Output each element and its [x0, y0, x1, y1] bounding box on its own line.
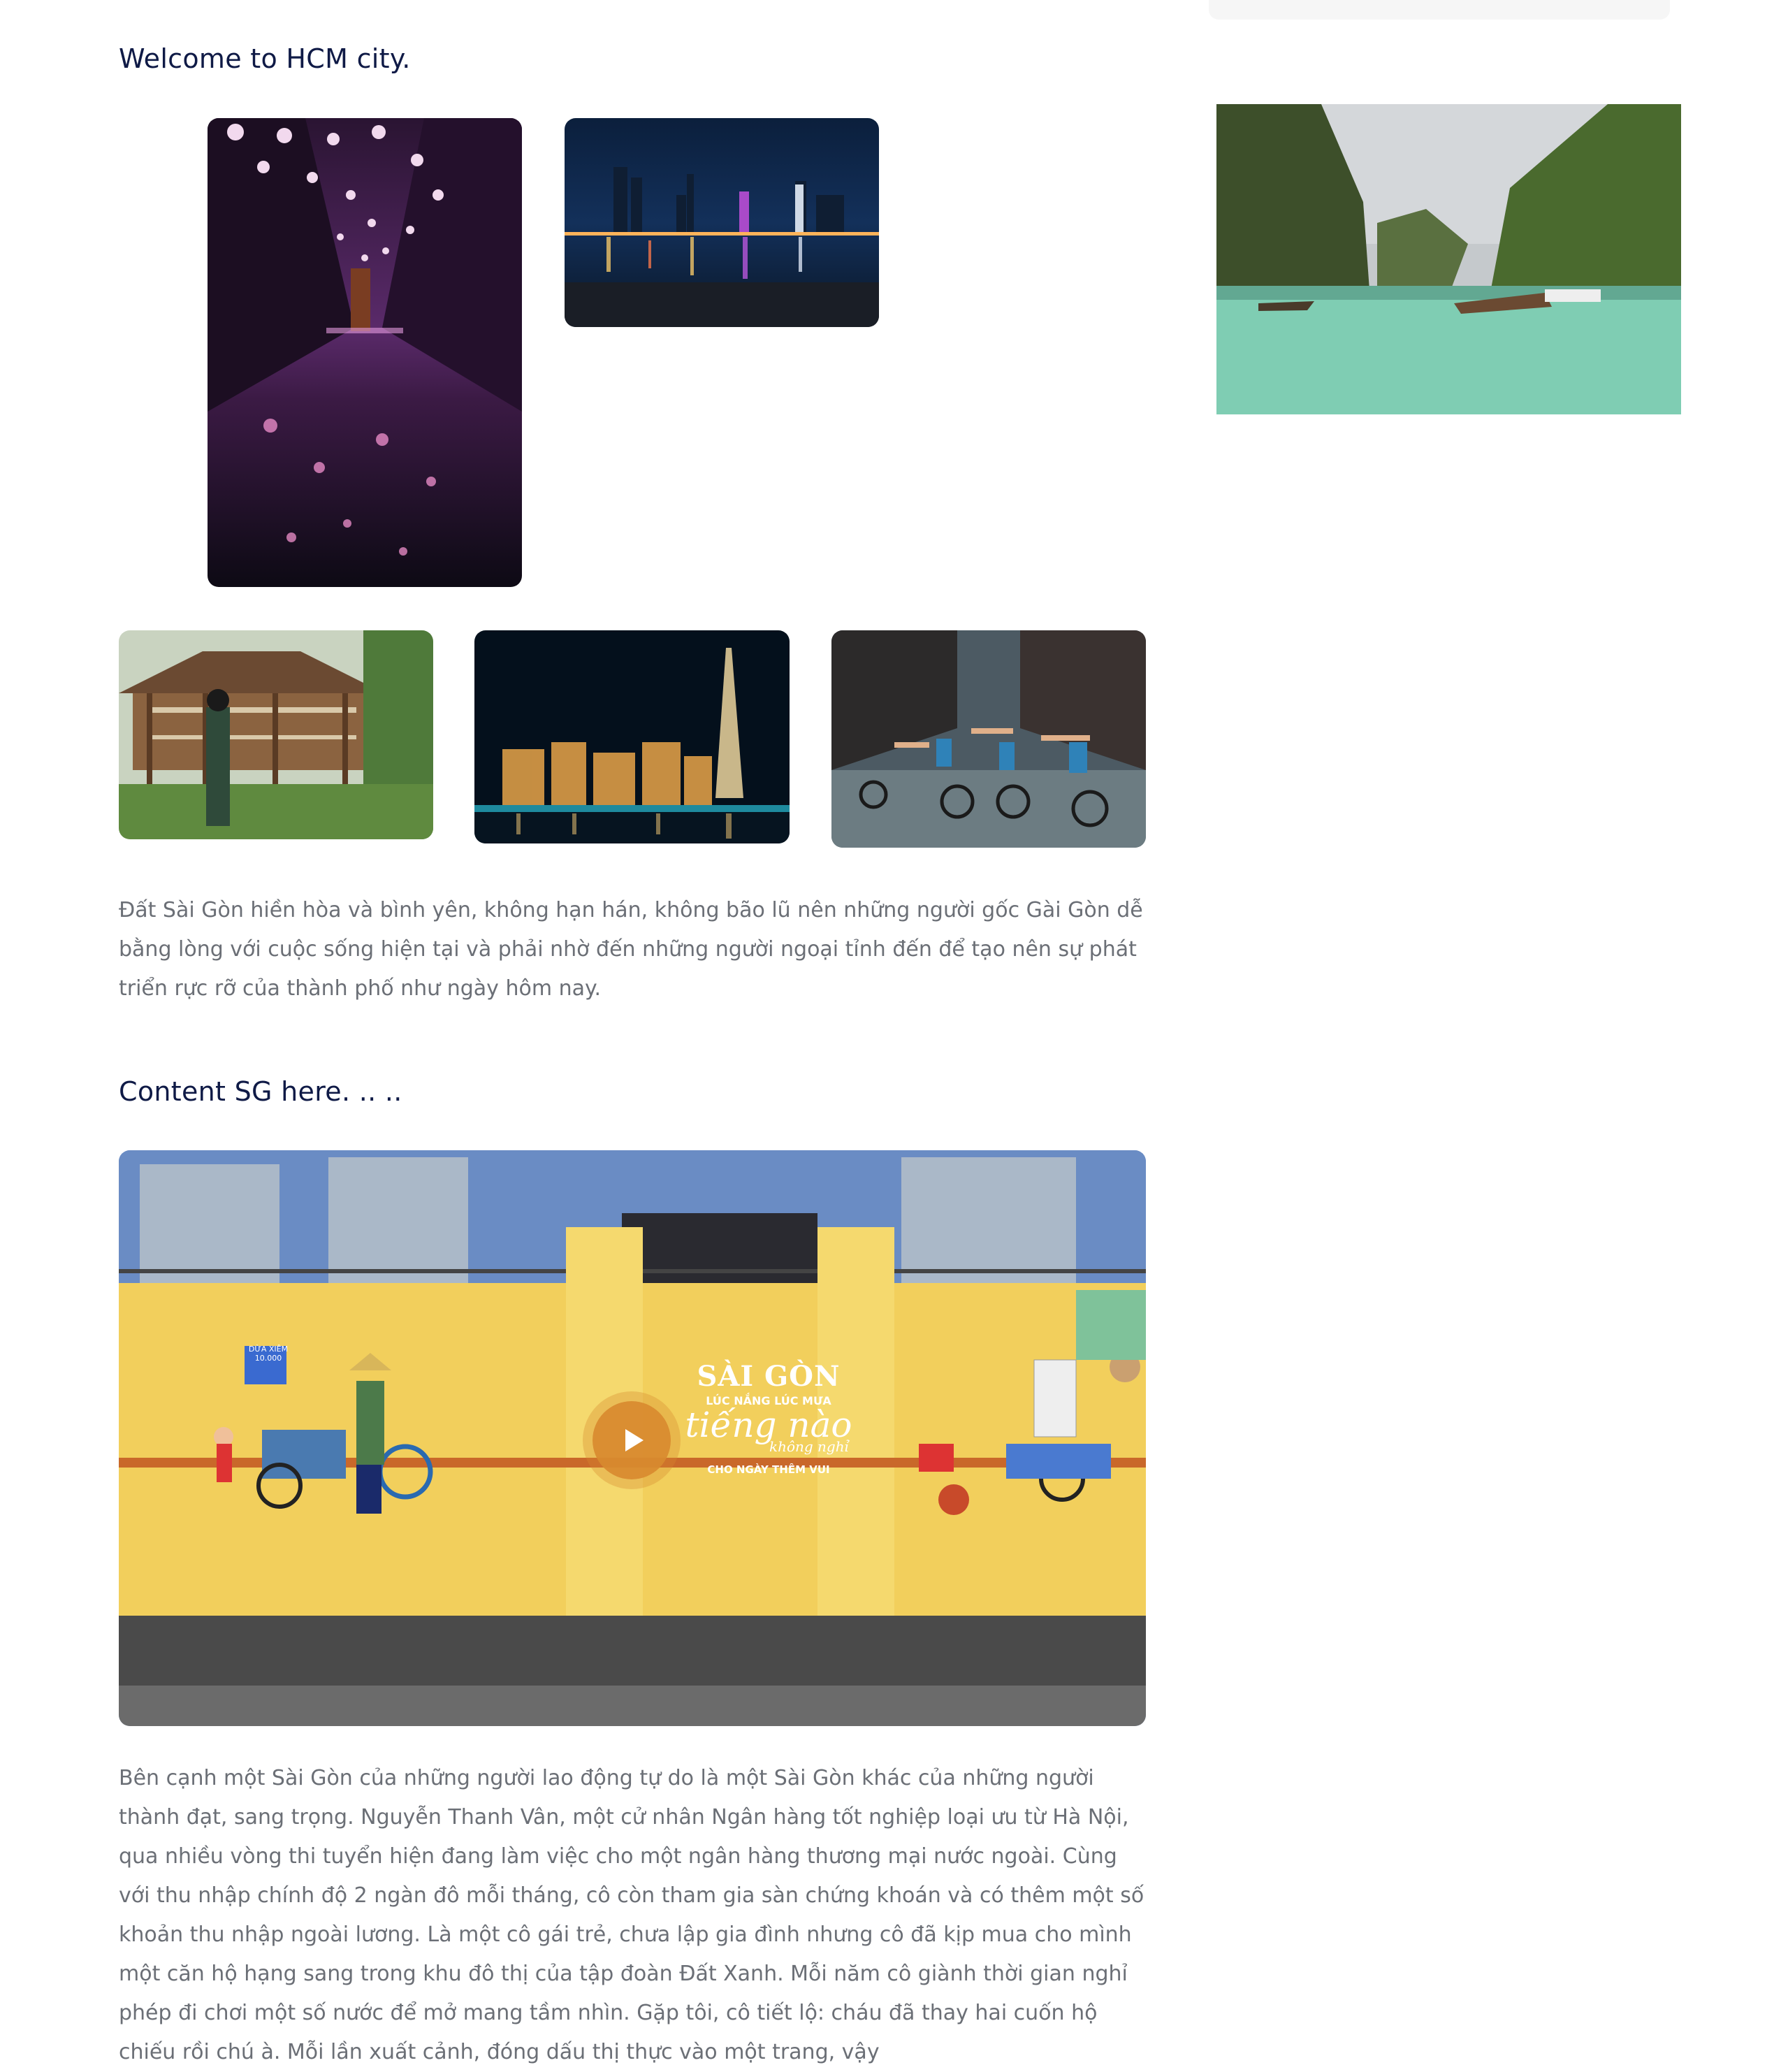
play-button[interactable] [593, 1401, 671, 1479]
play-icon [625, 1429, 644, 1451]
gallery-image-lantern-street[interactable] [208, 118, 522, 587]
section-title-content: Content SG here. .. .. [119, 1076, 402, 1107]
section-paragraph-content: Bên cạnh một Sài Gòn của những người lao… [119, 1766, 1144, 2064]
gallery-image-landmark-tower[interactable] [474, 630, 790, 843]
sidebar-image-bay[interactable] [1216, 104, 1681, 414]
gallery-image-skyline-night[interactable] [565, 118, 879, 327]
sidebar-top-card [1209, 0, 1670, 20]
video-player[interactable]: SÀI GÒN LÚC NẮNG LÚC MƯA tiếng nào không… [119, 1150, 1146, 1726]
section-title-welcome: Welcome to HCM city. [119, 43, 411, 74]
gallery-image-stilt-house[interactable] [119, 630, 433, 839]
gallery-image-cyclo-street[interactable] [831, 630, 1146, 848]
section-paragraph-welcome: Đất Sài Gòn hiền hòa và bình yên, không … [119, 898, 1143, 1001]
